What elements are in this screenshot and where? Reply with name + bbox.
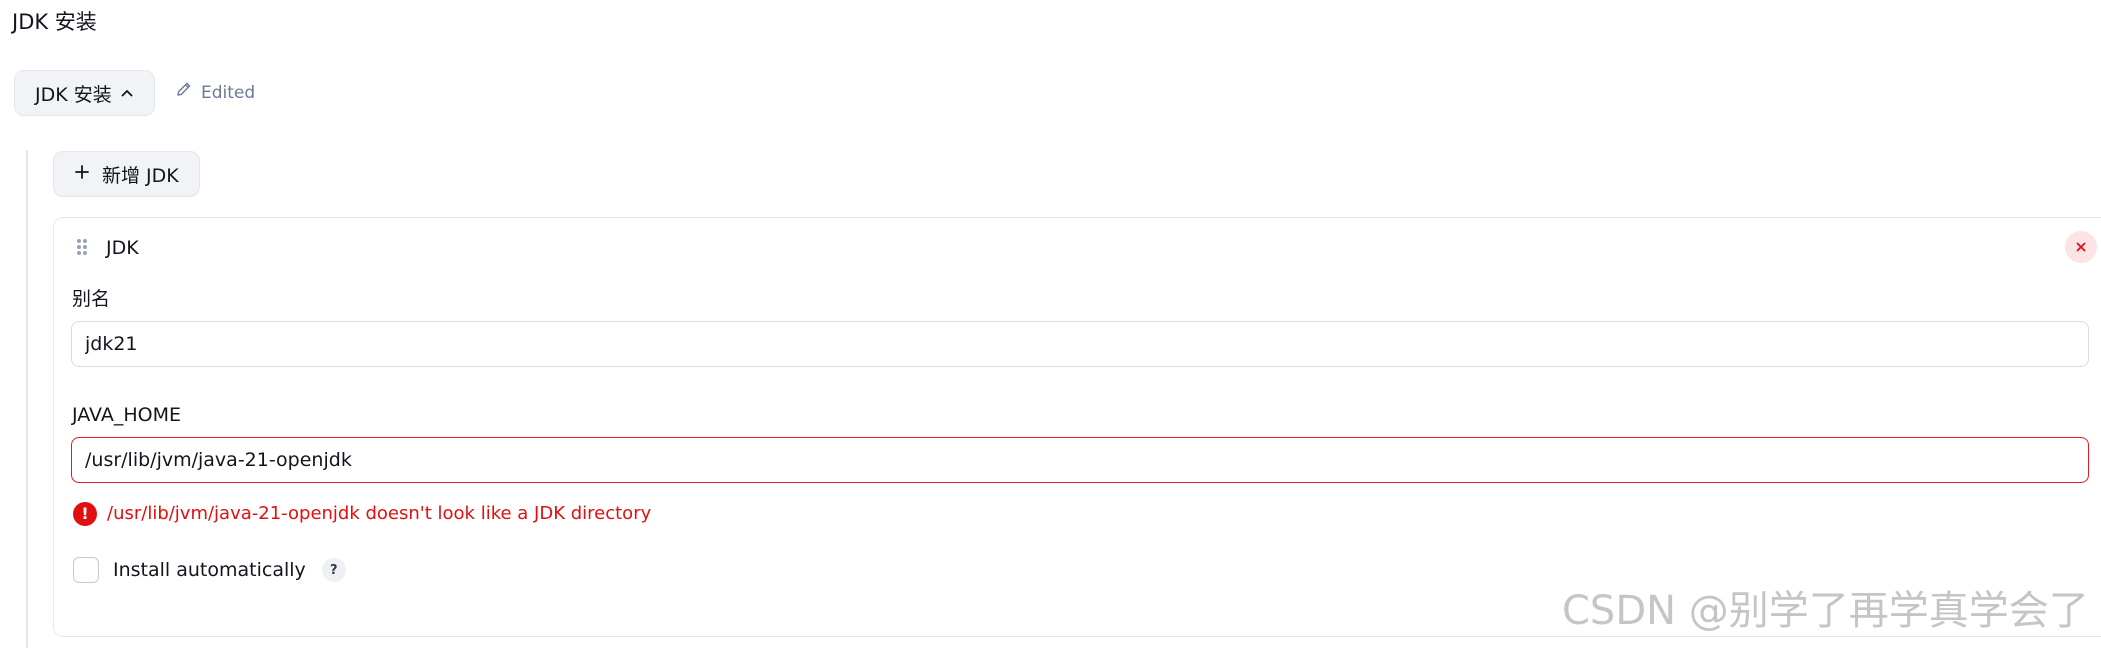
plus-icon [74,163,90,185]
add-jdk-button[interactable]: 新增 JDK [53,151,200,197]
exclamation-icon: ! [73,502,97,526]
jdk-installation-card: JDK 别名 JAVA_HOME ! /usr/lib/jvm/java-21-… [53,217,2101,637]
toggle-button-label: JDK 安装 [35,83,112,106]
edited-label: Edited [201,83,256,103]
card-title: JDK [106,237,139,259]
edited-indicator: Edited [175,80,255,106]
pencil-icon [175,80,193,106]
add-jdk-label: 新增 JDK [102,164,179,187]
install-automatically-label[interactable]: Install automatically [113,559,306,581]
alias-input[interactable] [71,321,2089,367]
jdk-install-toggle-button[interactable]: JDK 安装 [14,70,155,116]
install-automatically-row: Install automatically ? [73,557,346,583]
help-icon[interactable]: ? [321,558,346,582]
alias-label: 别名 [72,288,111,310]
close-icon [2075,238,2087,257]
watermark: CSDN @别学了再学真学会了 [1562,588,2089,634]
drag-handle-icon[interactable] [75,237,89,261]
java-home-error: ! /usr/lib/jvm/java-21-openjdk doesn't l… [73,501,651,527]
delete-jdk-button[interactable] [2065,231,2097,263]
section-title: JDK 安装 [12,10,97,34]
java-home-input[interactable] [71,437,2089,483]
java-home-error-message: /usr/lib/jvm/java-21-openjdk doesn't loo… [107,503,652,524]
install-automatically-checkbox[interactable] [73,557,99,583]
jdk-installations-page: JDK 安装 JDK 安装 Edited 新增 JDK JDK 别名 jdk21… [0,0,2101,648]
java-home-label: JAVA_HOME [72,404,181,426]
chevron-up-icon [120,86,134,100]
section-indent-rail [26,150,28,648]
